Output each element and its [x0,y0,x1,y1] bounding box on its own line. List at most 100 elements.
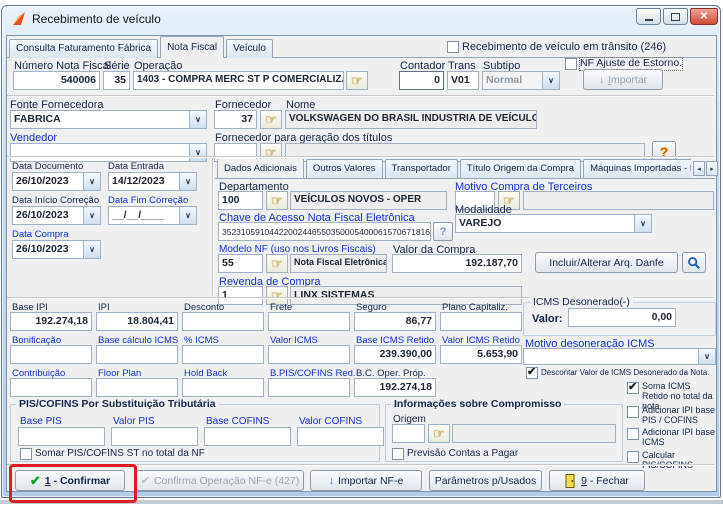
importar-nfe-button[interactable]: ↓ Importar NF-e [310,470,422,491]
tab-transportador[interactable]: Transportador [384,159,458,178]
valor-icms-retido-field[interactable]: 5.653,90 [440,345,522,364]
data-entrada-label: Data Entrada [108,161,164,172]
modelo-nf-field[interactable]: 55 [218,254,263,273]
somar-pis-cofins-st-label: Somar PIS/COFINS ST no total da NF [35,448,205,459]
serie-field[interactable]: 35 [103,71,130,90]
tab-scroll-right-icon[interactable]: ▸ [706,161,718,176]
motivo-desoneracao-combo[interactable]: ∨ [523,348,716,365]
calendar-dropdown-icon: ∨ [83,173,100,190]
bpis-cofins-red-field[interactable] [268,378,350,397]
buscar-danfe-button[interactable] [682,252,706,273]
operacao-picker-button[interactable]: ☞ [346,71,368,90]
adicionar-ipi-pis-cofins-checkbox-box[interactable] [627,406,639,418]
tab-scroll-buttons: ◂ ▸ [693,161,718,176]
origem-field[interactable] [392,424,425,443]
base-cofins-label: Base COFINS [206,416,270,427]
maximize-button[interactable] [663,8,688,25]
icms-desonerado-valor-field[interactable]: 0,00 [568,308,676,327]
origem-picker-button[interactable]: ☞ [428,424,450,443]
seguro-field[interactable]: 86,77 [354,312,436,331]
base-calculo-icms-field[interactable] [96,345,178,364]
modelo-nf-picker-button[interactable]: ☞ [266,254,288,273]
confirm-nfe-icon: ✔ [140,475,150,487]
fonte-fornecedora-combo[interactable]: FABRICA ∨ [10,110,207,129]
valor-pis-label: Valor PIS [113,416,155,427]
close-button[interactable]: ✕ [690,8,718,25]
floor-plan-field[interactable] [96,378,178,397]
fechar-button[interactable]: 9 - Fechar [549,470,645,491]
valor-cofins-field[interactable] [297,427,384,446]
tab-consulta-faturamento-fabrica[interactable]: Consulta Faturamento Fábrica [9,39,159,58]
valor-compra-field[interactable]: 192.187,70 [392,254,522,273]
data-entrada-field[interactable]: 14/12/2023 ∨ [108,172,197,191]
calcular-pis-cofins-checkbox-box[interactable] [627,451,639,463]
data-inicio-correcao-field[interactable]: 26/10/2023 ∨ [12,206,101,225]
transit-checkbox[interactable]: Recebimento de veículo em trânsito (246) [447,41,666,53]
nf-ajuste-estorno-checkbox-box[interactable] [565,58,577,70]
somar-pis-cofins-st-checkbox[interactable]: Somar PIS/COFINS ST no total da NF [20,448,205,460]
calcular-pis-cofins-checkbox[interactable]: Calcular PIS/COFINS [627,450,719,471]
picker-hand-icon: ☞ [433,426,445,441]
data-documento-field[interactable]: 26/10/2023 ∨ [12,172,101,191]
ipi-field[interactable]: 18.804,41 [96,312,178,331]
numero-nf-field[interactable]: 540006 [13,71,100,90]
picker-hand-icon: ☞ [271,193,283,208]
departamento-picker-button[interactable]: ☞ [266,191,288,210]
close-icon: ✕ [699,10,709,22]
previsao-contas-pagar-checkbox[interactable]: Previsão Contas a Pagar [392,448,518,460]
picker-hand-icon: ☞ [351,73,363,88]
descontar-icms-desonerado-checkbox[interactable]: Descontar Valor de ICMS Desonerado da No… [526,366,716,379]
parametros-usados-button[interactable]: Parâmetros p/Usados [429,470,542,491]
departamento-field[interactable]: 100 [218,191,263,210]
revenda-field[interactable]: 1 [218,286,263,305]
tab-titulo-origem-compra[interactable]: Título Origem da Compra [459,159,582,178]
separator-vertical [212,158,214,296]
tab-nota-fiscal[interactable]: Nota Fiscal [160,36,225,58]
base-icms-retido-field[interactable]: 239.390,00 [354,345,436,364]
tab-outros-valores[interactable]: Outros Valores [305,159,383,178]
pct-icms-field[interactable] [182,345,264,364]
valor-icms-field[interactable] [268,345,350,364]
adicionar-ipi-pis-cofins-checkbox[interactable]: Adicionar IPI base PIS / COFINS [627,405,719,426]
plano-capitaliz-field[interactable] [440,312,522,331]
adicionar-ipi-icms-checkbox[interactable]: Adicionar IPI base ICMS [627,427,719,448]
operacao-field[interactable]: 1403 - COMPRA MERC ST P COMERCIALIZAÇ [133,71,344,90]
descontar-icms-desonerado-checkbox-box[interactable] [526,366,538,379]
tab-maquinas-importadas[interactable]: Máquinas Importadas - MI [583,159,691,178]
tab-scroll-left-icon[interactable]: ◂ [693,161,705,176]
previsao-contas-pagar-checkbox-box[interactable] [392,448,404,460]
somar-pis-cofins-st-checkbox-box[interactable] [20,448,32,460]
modalidade-combo[interactable]: VAREJO ∨ [455,214,652,233]
base-cofins-field[interactable] [204,427,291,446]
valor-pis-field[interactable] [111,427,198,446]
icms-desonerado-valor-label: Valor: [532,313,563,325]
adicionar-ipi-icms-label: Adicionar IPI base ICMS [642,427,716,447]
chave-acesso-field[interactable]: 3523105910442200244655035000540006157067… [218,222,431,241]
bc-oper-prop-field[interactable]: 192.274,18 [354,378,436,397]
calendar-dropdown-icon: ∨ [83,207,100,224]
contribuicao-field[interactable] [10,378,92,397]
base-ipi-field[interactable]: 192.274,18 [10,312,92,331]
desconto-field[interactable] [182,312,264,331]
trans-field[interactable]: V01 [447,71,479,90]
modelo-nf-nome-field: Nota Fiscal Eletrônica [290,254,387,273]
bonificacao-field[interactable] [10,345,92,364]
vendedor-combo[interactable]: ∨ [10,143,207,162]
data-fim-correcao-field[interactable]: __/__/____ ∨ [108,206,197,225]
fornecedor-codigo-field[interactable]: 37 [214,110,257,129]
calcular-pis-cofins-label: Calcular PIS/COFINS [642,450,694,470]
base-pis-field[interactable] [18,427,105,446]
adicionar-ipi-icms-checkbox-box[interactable] [627,428,639,440]
transit-checkbox-box[interactable] [447,41,459,53]
tab-dados-adicionais[interactable]: Dados Adicionais [217,159,304,178]
frete-field[interactable] [268,312,350,331]
incluir-alterar-danfe-button[interactable]: Incluir/Alterar Arq. Danfe [535,252,678,273]
contador-field[interactable]: 0 [399,71,444,90]
tab-veiculo[interactable]: Veículo [226,39,273,58]
data-compra-field[interactable]: 26/10/2023 ∨ [12,240,101,259]
hold-back-field[interactable] [182,378,264,397]
fornecedor-nome-field: VOLKSWAGEN DO BRASIL INDUSTRIA DE VEÍCUL… [285,110,537,129]
soma-icms-retido-checkbox-box[interactable] [627,381,639,394]
fornecedor-picker-button[interactable]: ☞ [260,110,282,129]
minimize-button[interactable] [636,8,661,25]
